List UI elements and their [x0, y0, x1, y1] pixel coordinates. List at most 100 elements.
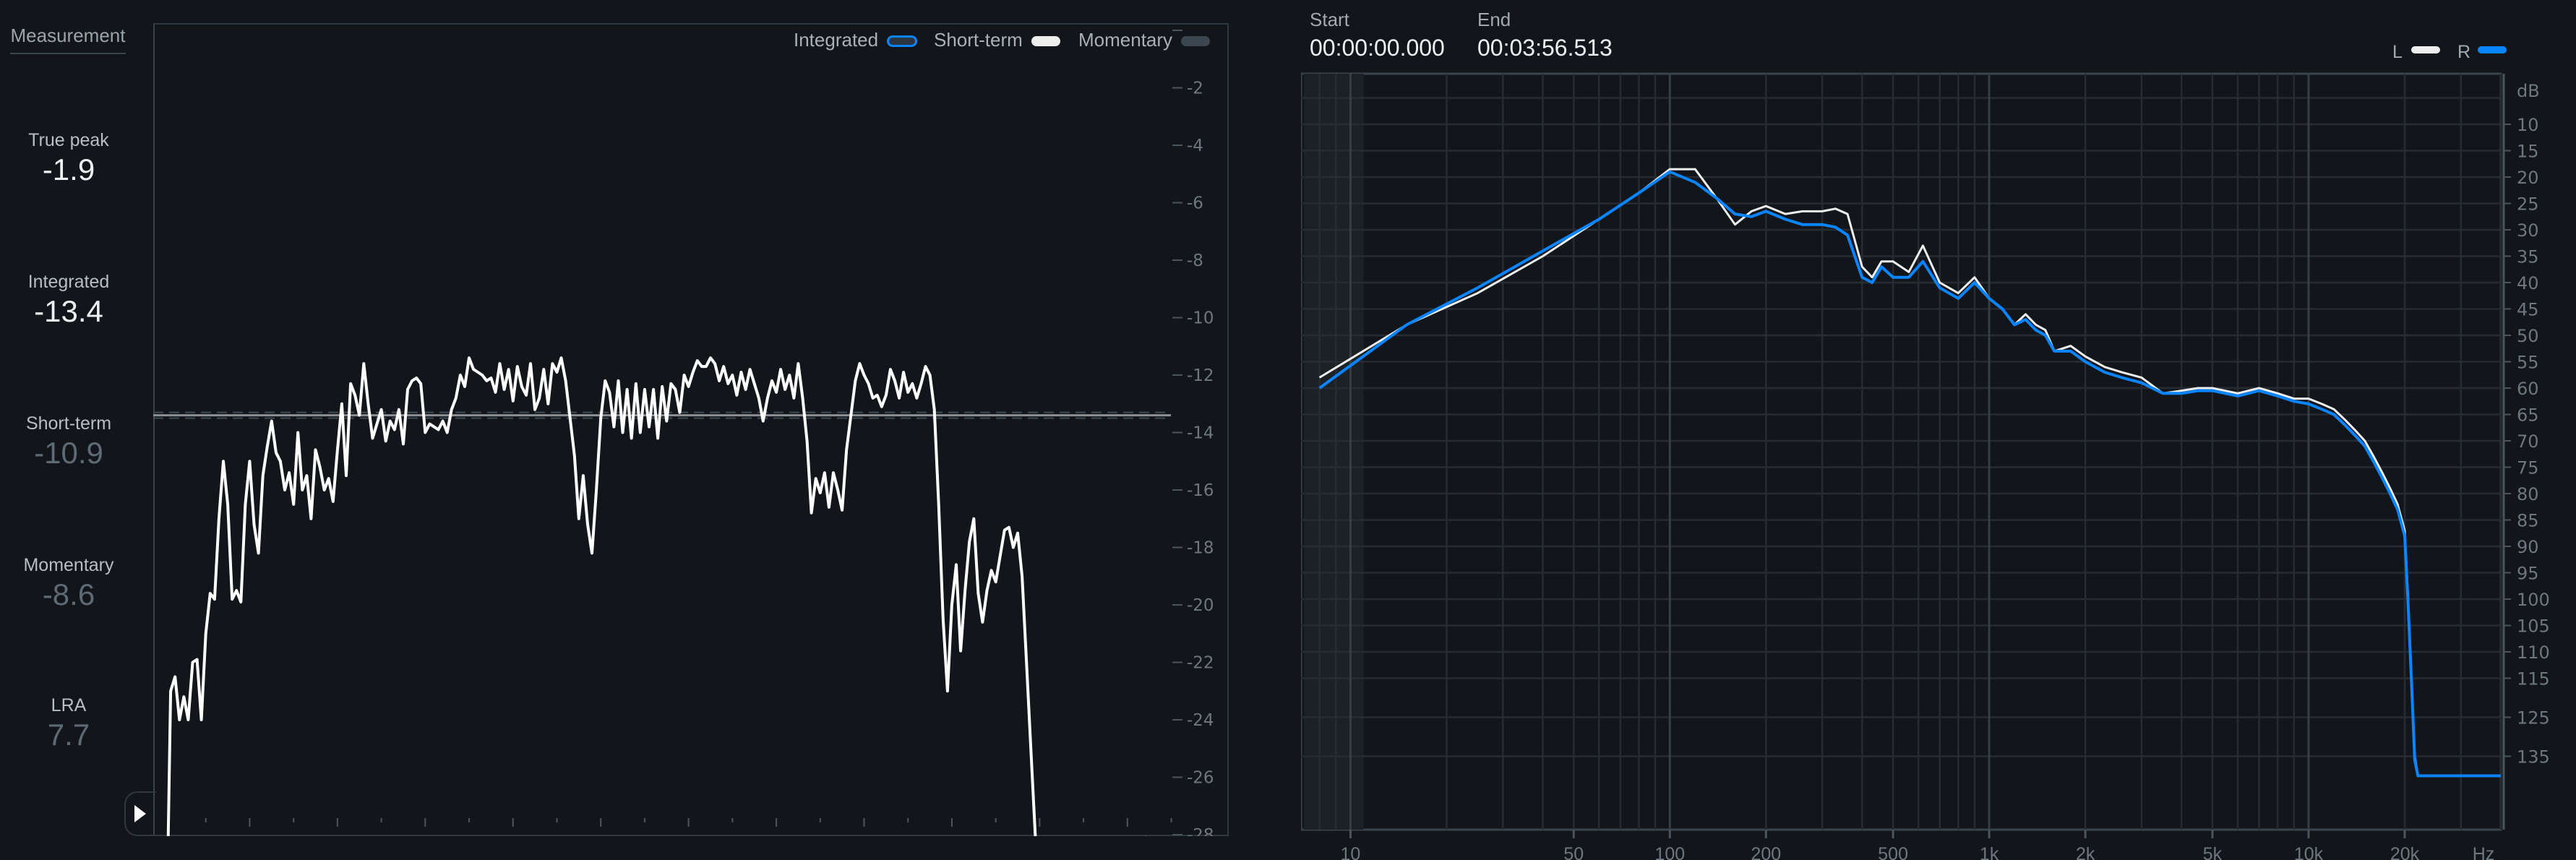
legend-momentary-swatch — [1181, 36, 1211, 47]
y-tick-label: 35 — [2517, 247, 2539, 267]
momentary-readout: Momentary -8.6 — [0, 555, 137, 612]
y-axis-unit: dB — [2517, 81, 2540, 101]
x-tick-label: 0:40 — [321, 833, 355, 836]
y-tick-label: -26 — [1187, 769, 1214, 788]
y-tick-label: 45 — [2517, 300, 2539, 320]
measurement-tab[interactable]: Measurement — [10, 25, 126, 54]
short-term-readout: Short-term -10.9 — [0, 413, 137, 470]
x-axis-unit: h:m:s — [1144, 833, 1187, 836]
integrated-readout: Integrated -13.4 — [0, 272, 137, 329]
x-tick-label: 20k — [2390, 844, 2420, 860]
x-tick-label: 200 — [1751, 844, 1781, 860]
x-tick-label: 50 — [1563, 844, 1584, 860]
y-tick-label: 95 — [2517, 564, 2539, 584]
y-tick-label: -16 — [1187, 481, 1214, 500]
start-label: Start — [1310, 9, 1349, 30]
x-tick-label: 1k — [1980, 844, 1999, 860]
integrated-value: -13.4 — [34, 294, 103, 328]
x-tick-label: 100 — [1654, 844, 1685, 860]
channel-l-label: L — [2392, 42, 2403, 62]
y-tick-label: 105 — [2517, 616, 2550, 637]
true-peak-readout: True peak -1.9 — [0, 130, 137, 187]
y-tick-label: 75 — [2517, 458, 2539, 478]
x-tick-label: 3:20 — [1023, 833, 1057, 836]
y-tick-label: 25 — [2517, 194, 2539, 215]
y-tick-label: -6 — [1187, 194, 1203, 213]
short-term-label: Short-term — [25, 413, 112, 434]
channel-l-toggle[interactable] — [2411, 46, 2440, 53]
true-peak-label: True peak — [28, 130, 109, 150]
x-tick-label: 1:40 — [584, 833, 618, 836]
legend-momentary[interactable]: Momentary — [1078, 29, 1211, 51]
y-tick-label: 125 — [2517, 708, 2550, 728]
spectrum-plot-area — [1301, 72, 2502, 831]
y-tick-label: -2 — [1187, 79, 1203, 98]
x-tick-label: 2k — [2076, 844, 2095, 860]
legend-integrated-swatch — [887, 35, 918, 48]
y-tick-label: 55 — [2517, 353, 2539, 373]
y-tick-label: 30 — [2517, 220, 2539, 241]
short-term-value: -10.9 — [34, 436, 103, 470]
y-tick-label: -18 — [1187, 539, 1214, 558]
spectrum-chart[interactable]: dB 10 15 20 25 30 35 40 45 50 55 60 65 70 75 80 85 90 95 10… — [1301, 65, 2576, 860]
y-tick-label: 90 — [2517, 537, 2539, 557]
x-tick-label: 3:40 — [1110, 833, 1144, 836]
x-tick-label: 500 — [1878, 844, 1908, 860]
play-icon — [134, 805, 146, 822]
legend-short-term-swatch — [1031, 36, 1060, 47]
lra-value: 7.7 — [47, 718, 90, 752]
y-tick-label: -4 — [1187, 137, 1203, 155]
y-tick-label: -14 — [1187, 424, 1214, 443]
play-button[interactable] — [124, 791, 156, 836]
momentary-value: -8.6 — [42, 577, 95, 611]
x-tick-label: 0:20 — [233, 833, 267, 836]
legend-momentary-label: Momentary — [1078, 29, 1173, 51]
y-tick-label: 10 — [2517, 115, 2539, 135]
y-tick-label: -20 — [1187, 596, 1214, 615]
loudness-history-chart[interactable]: -2-4-6-8-10-12-14-16-18-20-22-24-26-28-3… — [153, 23, 1229, 836]
legend-short-term[interactable]: Short-term — [934, 29, 1060, 51]
y-tick-label: 115 — [2517, 669, 2550, 689]
x-tick-label: 2:00 — [671, 833, 705, 836]
y-tick-label: 60 — [2517, 379, 2539, 399]
legend-short-term-label: Short-term — [934, 29, 1023, 51]
y-tick-label: 135 — [2517, 747, 2550, 767]
legend-integrated[interactable]: Integrated — [794, 29, 918, 51]
channel-r-toggle[interactable] — [2478, 46, 2507, 53]
y-tick-label: -28 — [1187, 826, 1214, 836]
y-tick-label: 50 — [2517, 326, 2539, 346]
y-tick-label: 70 — [2517, 431, 2539, 452]
y-tick-label: 100 — [2517, 590, 2550, 610]
x-tick-label: 1:20 — [496, 833, 530, 836]
x-tick-label: 10 — [1341, 844, 1361, 860]
legend-integrated-label: Integrated — [794, 29, 879, 51]
y-tick-label: -12 — [1187, 366, 1214, 385]
integrated-label: Integrated — [27, 272, 110, 292]
x-tick-label: 3:00 — [935, 833, 969, 836]
end-label: End — [1477, 9, 1511, 30]
lra-label: LRA — [51, 695, 87, 715]
y-tick-label: 40 — [2517, 273, 2539, 293]
channel-r-label: R — [2457, 42, 2471, 62]
x-tick-label: 1:00 — [408, 833, 442, 836]
y-tick-label: 15 — [2517, 142, 2539, 162]
lra-readout: LRA 7.7 — [0, 695, 137, 752]
y-tick-label: -22 — [1187, 654, 1214, 673]
true-peak-value: -1.9 — [42, 152, 95, 186]
y-tick-label: 110 — [2517, 642, 2550, 663]
x-tick-label: 10k — [2294, 844, 2324, 860]
x-axis-unit: Hz — [2473, 844, 2495, 860]
low-freq-band — [1304, 74, 1364, 830]
y-tick-label: 20 — [2517, 168, 2539, 188]
x-tick-label: 5k — [2203, 844, 2223, 860]
x-tick-label: 2:40 — [847, 833, 881, 836]
x-tick-label: 2:20 — [760, 833, 794, 836]
start-time-value[interactable]: 00:00:00.000 — [1310, 35, 1445, 61]
y-tick-label: 65 — [2517, 405, 2539, 426]
momentary-label: Momentary — [23, 555, 114, 575]
short-term-curve — [166, 356, 1037, 836]
y-tick-label: 85 — [2517, 511, 2539, 531]
end-time-value[interactable]: 00:03:56.513 — [1477, 35, 1613, 61]
y-tick-label: -10 — [1187, 309, 1214, 328]
y-tick-label: -8 — [1187, 251, 1203, 270]
